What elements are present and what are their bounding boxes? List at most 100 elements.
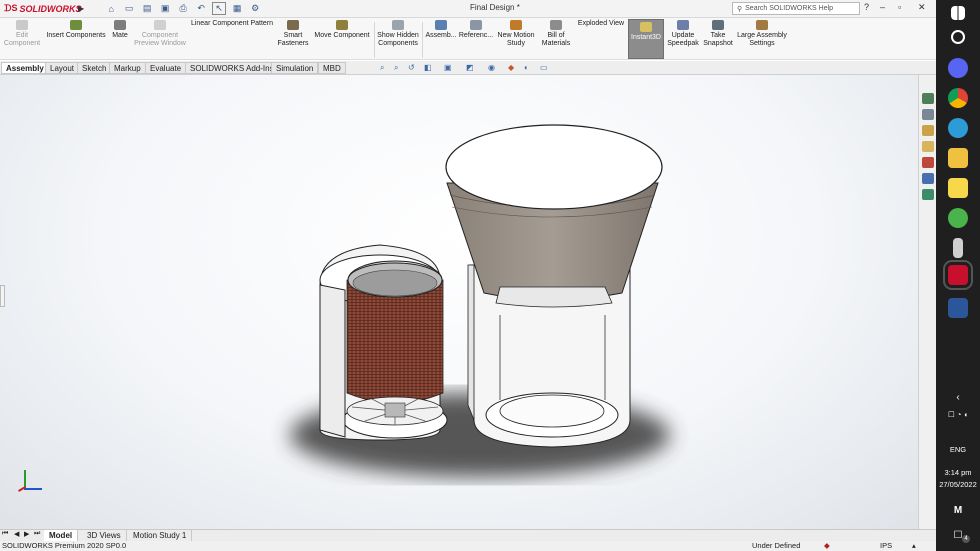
apply-scene-icon[interactable]: ◐ <box>524 63 529 72</box>
notification-center-icon[interactable]: ☐ <box>936 530 980 541</box>
smart-fasteners-button[interactable]: Smart Fasteners <box>276 20 310 48</box>
tab-layout[interactable]: Layout <box>45 62 80 74</box>
open-icon[interactable]: ▤ <box>140 3 154 14</box>
version-text: SOLIDWORKS Premium 2020 SP0.0 <box>2 541 127 550</box>
component-preview-button[interactable]: Component Preview Window <box>132 20 188 48</box>
new-document-icon[interactable]: ▭ <box>122 3 136 14</box>
forum-icon[interactable] <box>922 189 934 200</box>
chrome-icon[interactable] <box>948 88 968 108</box>
move-component-button[interactable]: Move Component <box>310 20 374 40</box>
print-icon[interactable]: ⎙ <box>176 3 190 14</box>
previous-view-icon[interactable]: ↺ <box>408 63 415 72</box>
rebuild-icon[interactable]: ▦ <box>230 3 244 14</box>
task-pane-strip <box>918 75 936 529</box>
discord-icon[interactable] <box>948 58 968 78</box>
nav-next-icon[interactable]: ▶ <box>24 530 29 538</box>
appearances-icon[interactable] <box>922 157 934 168</box>
bill-of-materials-button[interactable]: Bill of Materials <box>538 20 574 48</box>
reference-geometry-icon <box>470 20 482 30</box>
search-taskbar-icon[interactable] <box>951 30 965 44</box>
zoom-area-icon[interactable]: ⌕ <box>394 63 398 73</box>
assembly-features-button[interactable]: Assemb... <box>424 20 458 40</box>
edit-appearance-icon[interactable]: ◆ <box>508 63 514 72</box>
word-icon[interactable] <box>948 298 968 318</box>
update-speedpak-button[interactable]: Update Speedpak <box>666 20 700 48</box>
restore-icon[interactable]: ▫ <box>898 2 901 12</box>
options-gear-icon[interactable]: ⚙ <box>248 3 262 14</box>
solidworks-taskbar-icon[interactable] <box>943 260 973 290</box>
take-snapshot-button[interactable]: Take Snapshot <box>702 20 734 48</box>
tab-markup[interactable]: Markup <box>109 62 146 74</box>
tab-evaluate[interactable]: Evaluate <box>145 62 187 74</box>
tab-motion-study[interactable]: Motion Study 1 <box>128 530 193 541</box>
show-hidden-components-button[interactable]: Show Hidden Components <box>376 20 420 48</box>
clock-time[interactable]: 3:14 pm <box>936 468 980 477</box>
resources-icon[interactable] <box>922 109 934 120</box>
instant3d-button[interactable]: Instant3D <box>628 19 664 59</box>
nav-last-icon[interactable]: ⏭ <box>34 530 40 538</box>
mate-button[interactable]: Mate <box>108 20 132 40</box>
zoom-to-fit-icon[interactable]: ⌕ <box>380 63 384 73</box>
edit-component-button[interactable]: Edit Component <box>2 20 42 48</box>
status-expand-icon[interactable]: ▴ <box>912 541 916 551</box>
new-motion-study-button[interactable]: New Motion Study <box>496 20 536 48</box>
home-icon[interactable]: ⌂ <box>104 4 118 14</box>
linear-pattern-button[interactable]: Linear Component Pattern <box>188 20 276 28</box>
close-icon[interactable]: ✕ <box>918 2 926 13</box>
nav-first-icon[interactable]: ⏮ <box>2 530 8 538</box>
exploded-view-button[interactable]: Exploded View <box>576 20 626 28</box>
file-explorer-taskbar-icon[interactable] <box>948 148 968 168</box>
rebuild-status-icon[interactable]: ◆ <box>824 541 830 551</box>
assembly-model[interactable] <box>0 75 918 529</box>
language-indicator[interactable]: ENG <box>936 445 980 454</box>
minimize-icon[interactable]: – <box>880 2 885 12</box>
tab-sketch[interactable]: Sketch <box>77 62 112 74</box>
motor-housing[interactable] <box>319 244 448 441</box>
usb-drive-icon[interactable] <box>953 238 963 258</box>
tab-solidworks-addins[interactable]: SOLIDWORKS Add-Ins <box>185 62 279 74</box>
large-assembly-settings-button[interactable]: Large Assembly Settings <box>736 20 788 48</box>
command-manager: Edit Component Insert Components Mate Co… <box>0 18 936 60</box>
undo-icon[interactable]: ↶ <box>194 3 208 14</box>
units-selector[interactable]: IPS <box>880 541 892 551</box>
tray-icons[interactable]: ☐ ◔ ◖ <box>936 410 980 419</box>
solidworks-logo[interactable]: ᗪS SOLIDWORKS <box>0 3 81 14</box>
windows-start-icon[interactable] <box>951 6 965 20</box>
select-icon[interactable]: ↖ <box>212 2 227 15</box>
view-orientation-icon[interactable]: ▣ <box>444 63 452 72</box>
sidebar-collapse-handle[interactable] <box>0 285 5 307</box>
sticky-notes-icon[interactable] <box>948 178 968 198</box>
windows-taskbar: ‹ ☐ ◔ ◖ ENG 3:14 pm 27/05/2022 Μ ☐ 4 <box>936 0 980 551</box>
view-settings-icon[interactable]: ▭ <box>540 63 548 72</box>
nav-prev-icon[interactable]: ◀ <box>14 530 19 538</box>
utorrent-icon[interactable] <box>948 208 968 228</box>
grinder-body[interactable] <box>445 124 663 448</box>
tab-3d-views[interactable]: 3D Views <box>82 530 127 541</box>
section-view-icon[interactable]: ◧ <box>424 63 432 72</box>
custom-properties-icon[interactable] <box>922 173 934 184</box>
smart-fasteners-icon <box>287 20 299 30</box>
edge-icon[interactable] <box>948 118 968 138</box>
clock-date[interactable]: 27/05/2022 <box>936 480 980 489</box>
save-icon[interactable]: ▣ <box>158 3 172 14</box>
help-question-icon[interactable]: ? <box>864 2 869 12</box>
hide-show-items-icon[interactable]: ◉ <box>488 63 495 72</box>
home-task-icon[interactable] <box>922 93 934 104</box>
menu-expand-icon[interactable]: ▶ <box>78 4 84 13</box>
tab-model[interactable]: Model <box>44 530 79 541</box>
graphics-area[interactable]: ▫ ▫ <box>0 75 918 529</box>
tab-mbd[interactable]: MBD <box>318 62 346 74</box>
show-hidden-icon <box>392 20 404 30</box>
file-explorer-icon[interactable] <box>922 141 934 152</box>
edit-component-icon <box>16 20 28 30</box>
help-search-input[interactable]: ⚲ Search SOLIDWORKS Help <box>732 2 860 15</box>
meet-now-icon[interactable]: Μ <box>936 505 980 516</box>
ds-logo-icon: ᗪS <box>4 3 18 13</box>
tab-simulation[interactable]: Simulation <box>271 62 319 74</box>
reference-geometry-button[interactable]: Referenc... <box>458 20 494 40</box>
display-style-icon[interactable]: ◩ <box>466 63 474 72</box>
tab-assembly[interactable]: Assembly <box>1 62 49 74</box>
show-hidden-icons-chevron[interactable]: ‹ <box>936 392 980 403</box>
insert-components-button[interactable]: Insert Components <box>44 20 108 40</box>
design-library-icon[interactable] <box>922 125 934 136</box>
